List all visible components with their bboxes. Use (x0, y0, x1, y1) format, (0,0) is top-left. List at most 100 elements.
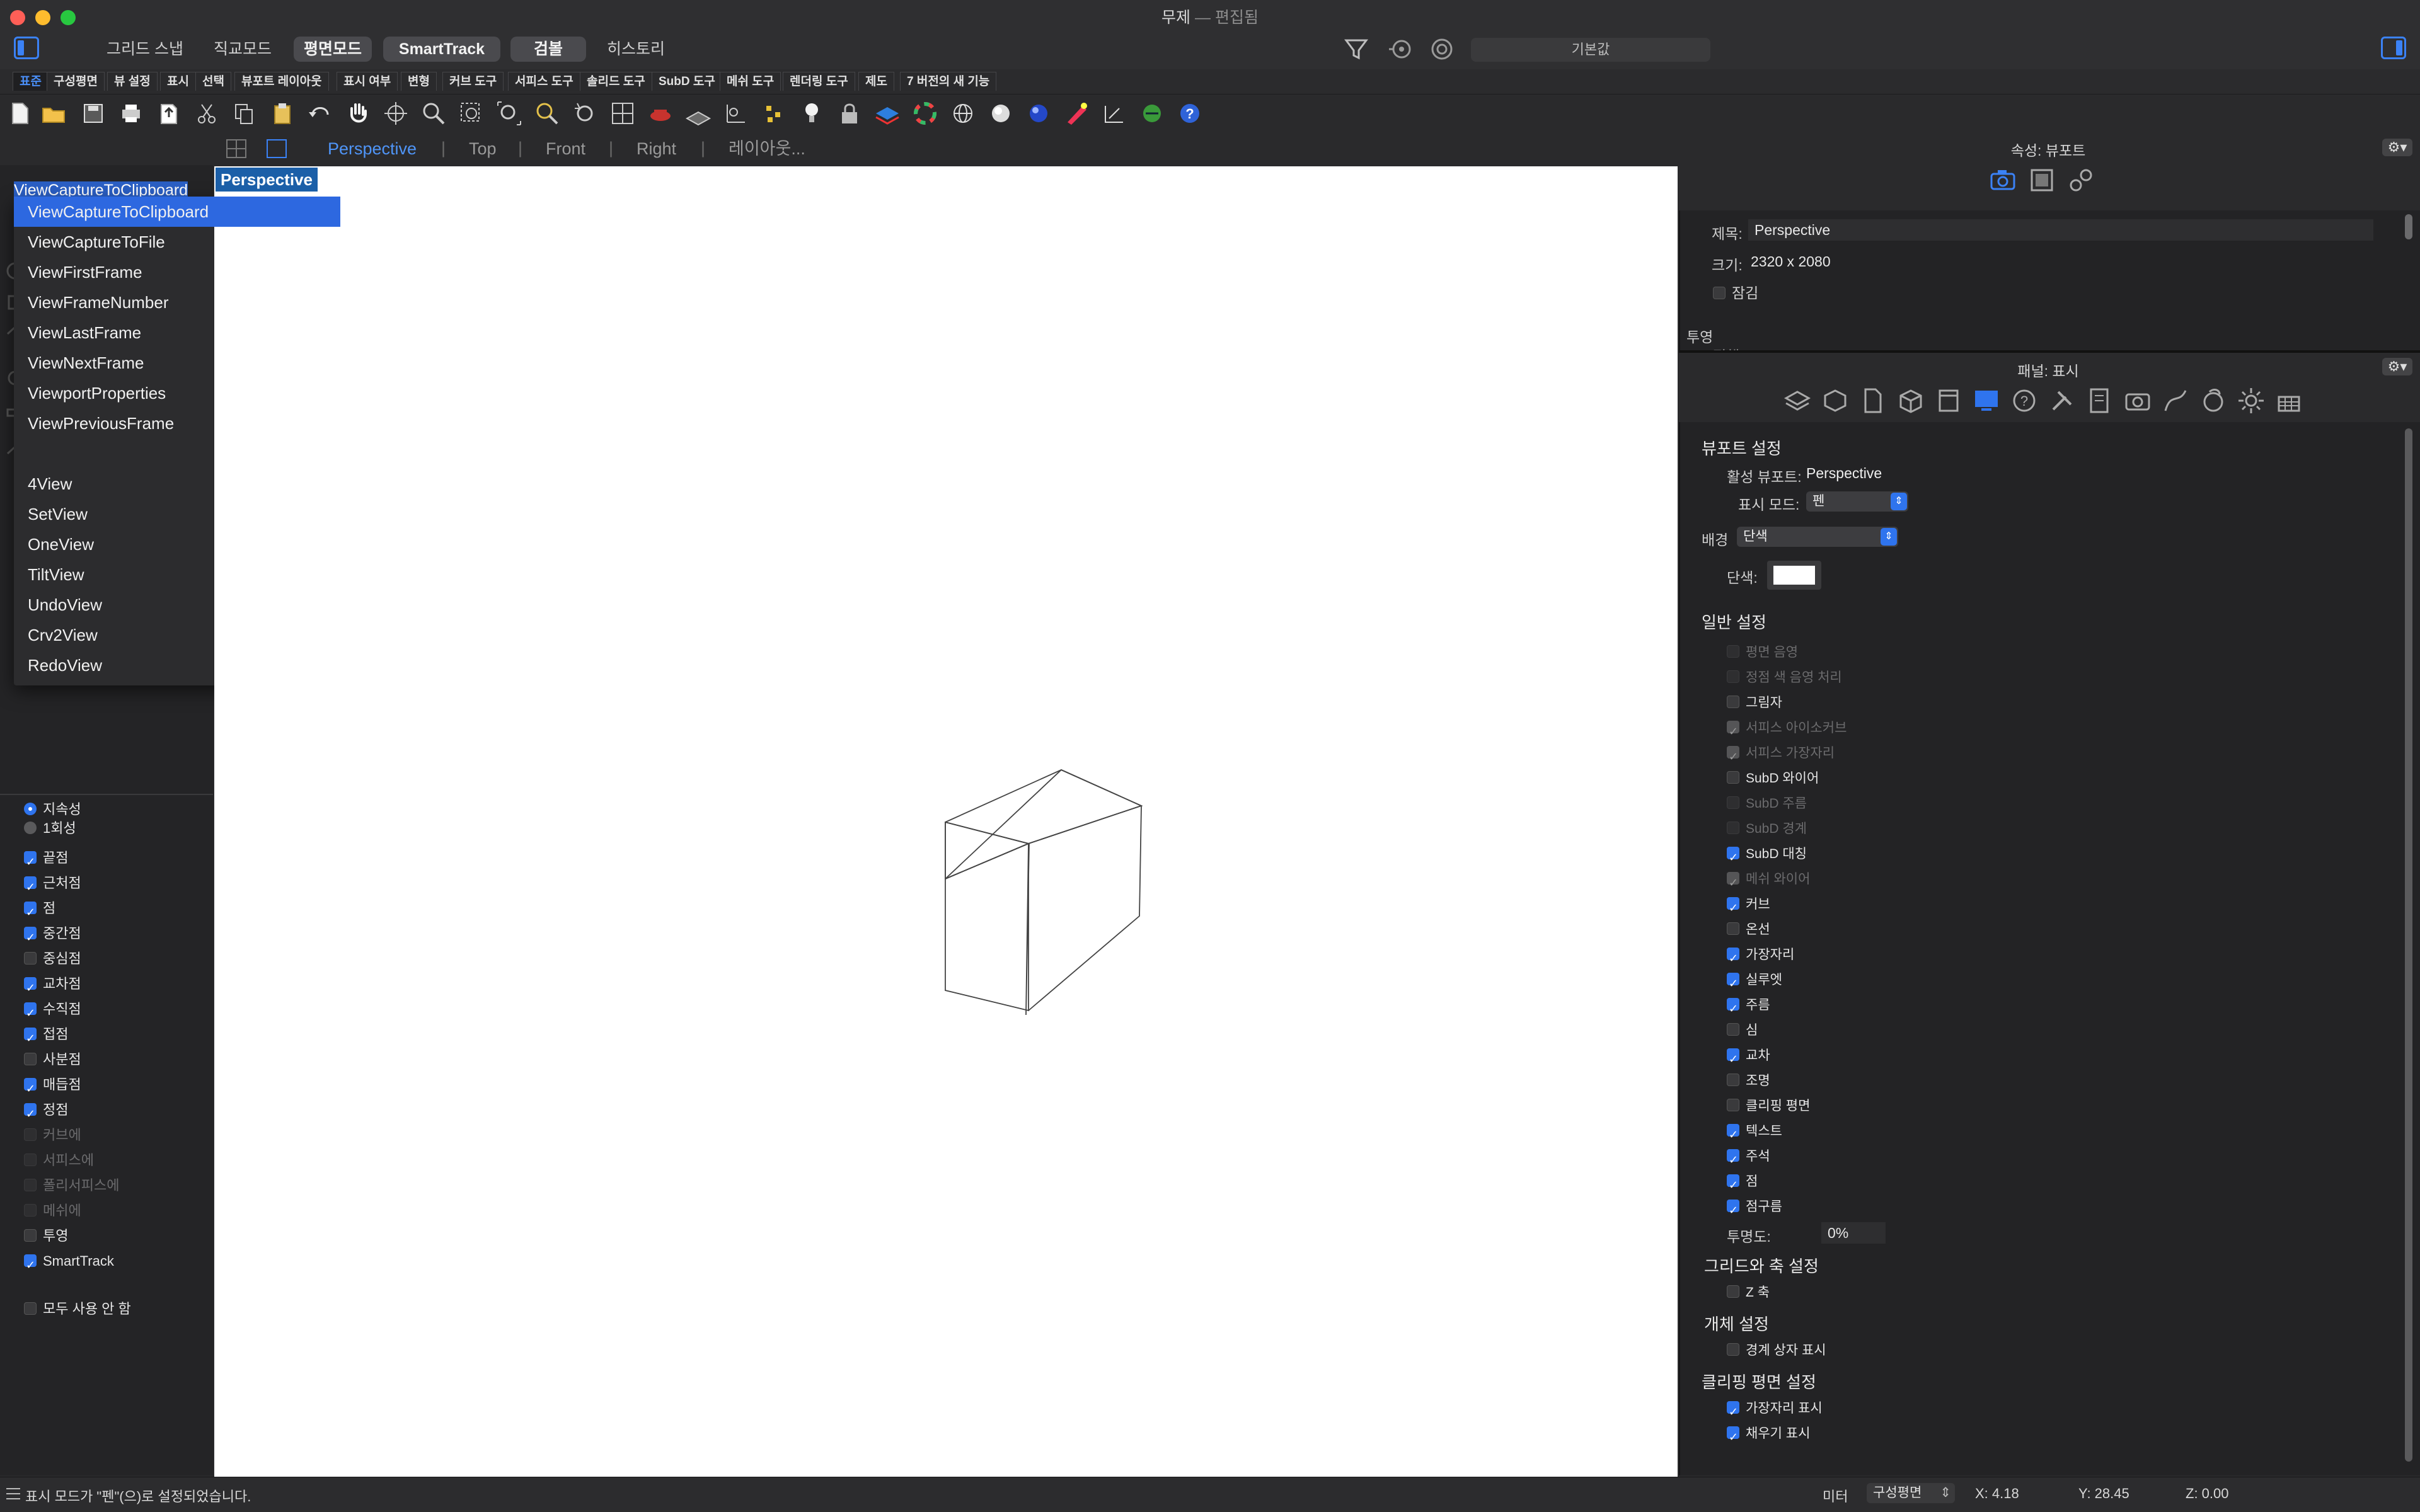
filter-icon[interactable] (1342, 35, 1370, 63)
autocomplete-item[interactable]: OneView (14, 529, 340, 559)
minimize-window-button[interactable] (35, 10, 50, 25)
autocomplete-item[interactable]: UndoView (14, 590, 340, 620)
color-wheel-icon[interactable] (911, 100, 939, 127)
osnap-mode-radio[interactable]: 1회성 (24, 819, 76, 838)
right-sidebar-toggle-icon[interactable] (2381, 37, 2406, 59)
named-cplanes-icon[interactable] (684, 100, 712, 127)
display-option-checkbox[interactable]: 점구름 (1727, 1194, 1782, 1223)
wallpaper-icon[interactable] (2028, 166, 2056, 194)
osnap-checkbox[interactable]: 수직점 (24, 997, 81, 1026)
autocomplete-item[interactable]: ViewFirstFrame (14, 257, 340, 287)
lock-checkbox[interactable]: 잠김 (1713, 281, 1758, 302)
command-input[interactable]: 기본값 (1471, 38, 1710, 62)
viewport-tab[interactable]: Perspective (328, 136, 417, 161)
zoom-selected-icon[interactable] (533, 100, 561, 127)
render-icon[interactable] (1063, 100, 1090, 127)
materials-icon[interactable] (2198, 386, 2228, 416)
osnap-checkbox[interactable]: 중간점 (24, 921, 81, 950)
viewport-tab[interactable]: Right (637, 136, 676, 161)
toolbar-tab[interactable]: 표시 (160, 72, 196, 91)
autocomplete-item[interactable]: 4View (14, 469, 340, 499)
display-option-checkbox[interactable]: 커브 (1727, 892, 1770, 920)
osnap-checkbox[interactable]: 투영 (24, 1223, 68, 1249)
layer-icon[interactable] (873, 100, 901, 127)
light-icon[interactable] (798, 100, 826, 127)
help-panel-icon[interactable]: ? (2009, 386, 2039, 416)
viewport-camera-icon[interactable] (1989, 166, 2017, 194)
viewport-title-field[interactable]: Perspective (1748, 219, 2373, 241)
cplane-icon[interactable] (722, 100, 750, 127)
autocomplete-item[interactable]: RedoView (14, 650, 340, 680)
toolbar-tab[interactable]: 뷰포트 레이아웃 (234, 72, 329, 91)
document-icon[interactable] (1858, 386, 1888, 416)
toolbar-tab[interactable]: 표시 여부 (337, 72, 398, 91)
autocomplete-item[interactable]: TiltView (14, 559, 340, 590)
display-option-checkbox[interactable]: 주름 (1727, 993, 1770, 1021)
autocomplete-item[interactable]: SetView (14, 499, 340, 529)
single-viewport-layout-icon[interactable] (265, 137, 290, 160)
osnap-checkbox[interactable]: 교차점 (24, 971, 81, 1000)
clip-edges-checkbox[interactable]: 가장자리 표시 (1727, 1396, 1823, 1424)
grid-snap-button[interactable]: 그리드 스냅 (101, 37, 189, 62)
close-window-button[interactable] (10, 10, 25, 25)
four-viewport-layout-icon[interactable] (224, 137, 250, 160)
display-panel-gear-icon[interactable]: ⚙▾ (2382, 358, 2412, 375)
display-option-checkbox[interactable]: 가장자리 (1727, 942, 1794, 971)
solid-color-swatch[interactable] (1767, 561, 1821, 590)
properties-panel-icon[interactable] (1820, 386, 1850, 416)
autocomplete-item[interactable]: ViewCaptureToClipboard (14, 197, 340, 227)
save-icon[interactable] (79, 100, 107, 127)
display-option-checkbox[interactable]: 텍스트 (1727, 1119, 1782, 1147)
paste-icon[interactable] (268, 100, 296, 127)
new-file-icon[interactable] (6, 100, 34, 127)
perspective-viewport[interactable] (214, 166, 1678, 1477)
named-views-icon[interactable] (647, 100, 674, 127)
dimension-icon[interactable] (1100, 100, 1128, 127)
display-mode-select[interactable]: 펜 ⇕ (1806, 491, 1908, 512)
box-wireframe[interactable] (214, 166, 1678, 1477)
command-history-icon[interactable] (5, 1487, 21, 1501)
record-history-icon[interactable] (1428, 35, 1456, 63)
gumball-button[interactable]: 검볼 (510, 37, 586, 62)
toolbar-tab[interactable]: 구성평면 (47, 72, 105, 91)
toolbar-tab[interactable]: 변형 (401, 72, 437, 91)
display-option-checkbox[interactable]: 온선 (1727, 917, 1770, 942)
sun-icon[interactable] (2236, 386, 2266, 416)
link-icon[interactable] (2067, 166, 2095, 194)
lock-icon[interactable] (836, 100, 863, 127)
autocomplete-item[interactable]: ViewportProperties (14, 378, 340, 408)
zoom-extents-icon[interactable] (495, 100, 523, 127)
transparency-field[interactable]: 0% (1821, 1222, 1886, 1244)
viewport-tab[interactable]: Front (546, 136, 585, 161)
toolbar-tab[interactable]: 7 버전의 새 기능 (900, 72, 997, 91)
rendered-sphere-icon[interactable] (1025, 100, 1052, 127)
layout-icon[interactable] (1933, 386, 1964, 416)
history-button[interactable]: 히스토리 (595, 37, 677, 62)
clip-fill-checkbox[interactable]: 채우기 표시 (1727, 1421, 1810, 1450)
display-option-checkbox[interactable]: 실루엣 (1727, 968, 1782, 996)
undo-icon[interactable] (306, 100, 334, 127)
autocomplete-item[interactable]: ViewNextFrame (14, 348, 340, 378)
toolbar-tab[interactable]: 커브 도구 (442, 72, 504, 91)
display-panel-icon[interactable] (1971, 386, 2002, 416)
display-option-checkbox[interactable]: 그림자 (1727, 690, 1782, 716)
autocomplete-item[interactable]: ViewFrameNumber (14, 287, 340, 318)
tools-icon[interactable] (2047, 386, 2077, 416)
z-axis-checkbox[interactable]: Z 축 (1727, 1280, 1770, 1305)
undo-view-icon[interactable] (571, 100, 599, 127)
toolbar-tab[interactable]: 렌더링 도구 (783, 72, 855, 91)
zoom-window-button[interactable] (60, 10, 76, 25)
osnap-checkbox[interactable]: 정점 (24, 1097, 68, 1126)
disable-all-checkbox[interactable]: 모두 사용 안 함 (24, 1297, 131, 1322)
ground-plane-icon[interactable] (2274, 386, 2304, 416)
autocomplete-item[interactable]: Crv2View (14, 620, 340, 650)
osnap-mode-radio[interactable]: 지속성 (24, 800, 81, 819)
toolbar-tab[interactable]: 솔리드 도구 (580, 72, 652, 91)
left-sidebar-toggle-icon[interactable] (14, 37, 39, 59)
curve-tool-icon[interactable] (2160, 386, 2191, 416)
display-option-checkbox[interactable]: 클리핑 평면 (1727, 1094, 1810, 1119)
osnap-checkbox[interactable]: SmartTrack (24, 1249, 114, 1278)
block-icon[interactable] (1896, 386, 1926, 416)
rotate-view-icon[interactable] (382, 100, 410, 127)
cplane-select[interactable]: 구성평면 ⇕ (1867, 1483, 1955, 1503)
